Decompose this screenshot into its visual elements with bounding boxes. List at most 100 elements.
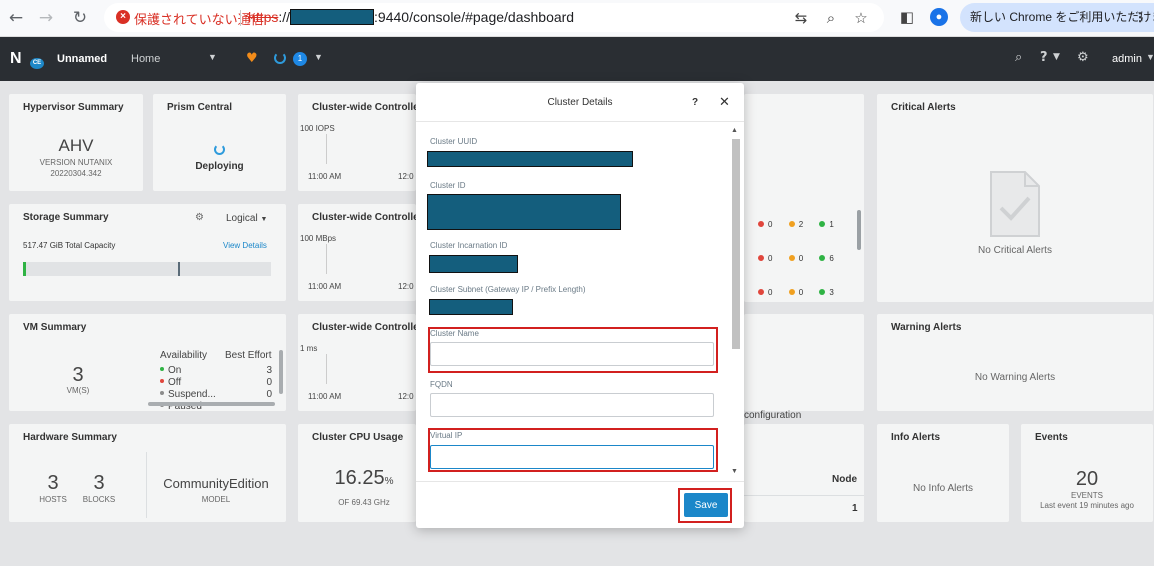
empty-state-text: No Critical Alerts <box>978 245 1052 256</box>
help-icon[interactable]: ? <box>692 97 698 108</box>
cluster-incarnation-label: Cluster Incarnation ID <box>430 241 508 250</box>
url-text[interactable]: https://:9440/console/#page/dashboard <box>248 9 574 25</box>
back-icon[interactable]: ← <box>4 6 28 30</box>
empty-state-text: No Info Alerts <box>912 483 974 494</box>
chevron-down-icon[interactable]: ▼ <box>208 52 217 62</box>
zoom-icon[interactable]: ⌕ <box>820 7 842 29</box>
scrollbar-thumb[interactable] <box>732 139 740 349</box>
horizontal-scrollbar[interactable] <box>148 402 275 406</box>
view-details-link[interactable]: View Details <box>223 241 267 250</box>
chart-gridline <box>326 354 327 384</box>
controller-bandwidth-widget[interactable]: Cluster-wide Controlle 100 MBps 11:00 AM… <box>298 204 419 301</box>
close-icon[interactable]: ✕ <box>719 95 730 110</box>
scrollbar-thumb[interactable] <box>857 210 861 250</box>
events-count: 20 <box>1075 468 1099 490</box>
user-menu[interactable]: admin <box>1112 53 1142 65</box>
address-bar[interactable]: × 保護されていない通信 https://:9440/console/#page… <box>104 3 884 32</box>
fqdn-input[interactable] <box>430 393 714 417</box>
vertical-scrollbar[interactable] <box>279 350 283 394</box>
controller-iops-widget[interactable]: Cluster-wide Controlle 100 IOPS 11:00 AM… <box>298 94 419 191</box>
storage-usage-bar <box>23 262 271 276</box>
chrome-update-label: 新しい Chrome をご利用いただけます <box>970 10 1154 24</box>
prism-central-widget[interactable]: Prism Central Deploying <box>153 94 286 191</box>
storage-summary-widget[interactable]: Storage Summary ⚙ Logical ▼ 517.47 GiB T… <box>9 204 286 301</box>
gear-icon[interactable]: ⚙ <box>195 212 204 223</box>
empty-state-text: No Warning Alerts <box>974 372 1056 383</box>
vm-status-label: On <box>168 365 182 376</box>
cluster-uuid-label: Cluster UUID <box>430 137 478 146</box>
scroll-up-icon[interactable]: ▲ <box>731 127 738 134</box>
info-alerts-widget[interactable]: Info Alerts No Info Alerts <box>877 424 1009 522</box>
chart-gridline <box>326 134 327 164</box>
reload-icon[interactable]: ↻ <box>68 6 92 30</box>
y-axis-label: 100 MBps <box>300 234 337 243</box>
redacted-host <box>290 9 375 25</box>
chevron-down-icon[interactable]: ▼ <box>1146 52 1154 62</box>
critical-alerts-widget[interactable]: Critical Alerts No Critical Alerts <box>877 94 1153 302</box>
browser-toolbar: ← → ↻ × 保護されていない通信 https://:9440/console… <box>0 0 1154 37</box>
cluster-name[interactable]: Unnamed <box>57 53 107 65</box>
x-tick-label: 11:00 AM <box>308 392 342 401</box>
storage-mode-select[interactable]: Logical ▼ <box>226 213 267 224</box>
vm-status-label: Off <box>168 377 182 388</box>
gear-icon[interactable]: ⚙ <box>1077 50 1089 65</box>
profile-avatar-icon[interactable]: ● <box>930 8 948 26</box>
vm-status-value: 3 <box>266 365 272 376</box>
configuration-widget[interactable]: configuration <box>744 314 864 421</box>
forward-icon[interactable]: → <box>34 6 58 30</box>
cluster-id-label: Cluster ID <box>430 181 466 190</box>
search-icon[interactable]: ⌕ <box>1015 50 1022 65</box>
blocks-label: BLOCKS <box>82 495 116 504</box>
warning-alerts-widget[interactable]: Warning Alerts No Warning Alerts <box>877 314 1153 411</box>
star-icon[interactable]: ☆ <box>850 7 872 29</box>
chevron-down-icon[interactable]: ▼ <box>314 52 323 62</box>
blocks-count: 3 <box>93 472 105 494</box>
translate-icon[interactable]: ⇆ <box>790 7 812 29</box>
vm-summary-widget[interactable]: VM Summary 3 VM(S) Availability Best Eff… <box>9 314 286 411</box>
help-icon[interactable]: ? <box>1040 50 1048 65</box>
controller-latency-widget[interactable]: Cluster-wide Controlle 1 ms 11:00 AM 12:… <box>298 314 419 411</box>
chart-gridline <box>326 244 327 274</box>
scroll-down-icon[interactable]: ▼ <box>731 468 738 475</box>
vm-count: 3 <box>72 364 84 386</box>
cluster-name-input[interactable] <box>430 342 714 366</box>
widget-title: Cluster-wide Controlle <box>312 102 419 113</box>
redacted-cluster-subnet <box>429 299 513 315</box>
side-panel-icon[interactable]: ◧ <box>896 6 918 28</box>
chrome-update-button[interactable]: 新しい Chrome をご利用いただけます⋮ <box>960 3 1154 32</box>
y-axis-label: 100 IOPS <box>300 124 335 133</box>
nutanix-logo[interactable]: N CE <box>10 50 44 69</box>
events-widget[interactable]: Events 20 EVENTS Last event 19 minutes a… <box>1021 424 1153 522</box>
view-menu[interactable]: Home <box>131 53 160 65</box>
vm-status-row: On 3 <box>160 365 272 377</box>
hypervisor-summary-widget[interactable]: Hypervisor Summary AHV VERSION NUTANIX 2… <box>9 94 143 191</box>
widget-title: Info Alerts <box>891 432 941 443</box>
chevron-down-icon: ▼ <box>260 216 268 223</box>
health-heart-icon[interactable]: ♥ <box>246 51 258 66</box>
health-widget[interactable]: 0 2 1 0 0 6 0 0 3 <box>744 94 864 302</box>
widget-title: Cluster-wide Controlle <box>312 322 419 333</box>
hosts-label: HOSTS <box>39 495 67 504</box>
security-label[interactable]: 保護されていない通信 <box>134 9 264 28</box>
vm-status-value: 0 <box>266 377 272 388</box>
storage-capacity: 517.47 GiB Total Capacity <box>23 241 115 250</box>
health-warning-count: 2 <box>798 220 804 229</box>
widget-title: Hypervisor Summary <box>23 102 124 113</box>
kebab-menu-icon[interactable]: ⋮ <box>1134 3 1146 32</box>
virtual-ip-input[interactable] <box>430 445 714 469</box>
hardware-summary-widget[interactable]: Hardware Summary 3 HOSTS 3 BLOCKS Commun… <box>9 424 286 522</box>
divider <box>416 481 744 482</box>
tasks-spinner-icon[interactable] <box>274 52 286 64</box>
cpu-usage-widget[interactable]: Cluster CPU Usage 16.25% OF 69.43 GHz <box>298 424 416 522</box>
cluster-subnet-label: Cluster Subnet (Gateway IP / Prefix Leng… <box>430 285 586 294</box>
events-label: EVENTS <box>1070 491 1103 500</box>
model-label: MODEL <box>201 495 231 504</box>
model-name: CommunityEdition <box>163 476 269 491</box>
widget-title: Hardware Summary <box>23 432 117 443</box>
url-path: :9440/console/#page/dashboard <box>374 9 575 25</box>
virtual-ip-label: Virtual IP <box>430 431 463 440</box>
save-button[interactable]: Save <box>684 493 728 517</box>
tasks-count-badge[interactable]: 1 <box>293 52 307 66</box>
chevron-down-icon[interactable]: ▼ <box>1053 52 1060 62</box>
node-widget[interactable]: Node 1 <box>744 424 864 522</box>
